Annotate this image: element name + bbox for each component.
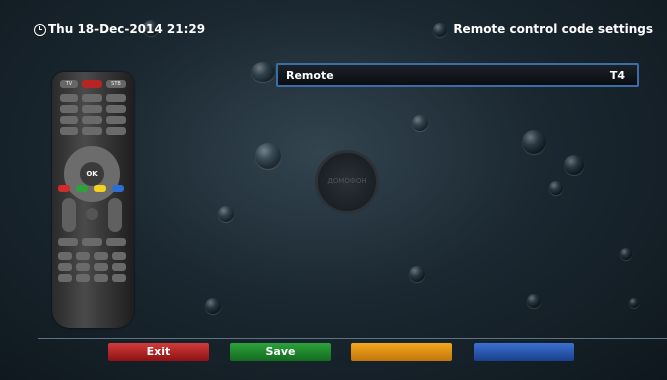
remote-blue-key — [112, 185, 124, 192]
remote-key — [106, 105, 126, 113]
water-drop — [251, 62, 275, 82]
remote-key — [82, 127, 102, 135]
remote-key — [106, 127, 126, 135]
remote-key — [106, 116, 126, 124]
remote-channel-rocker — [108, 198, 122, 232]
water-drop — [522, 130, 546, 154]
water-drop — [629, 298, 639, 308]
clock-icon — [34, 24, 46, 36]
remote-key — [82, 238, 102, 246]
water-drop — [218, 206, 234, 222]
remote-control-image: TV STB OK — [52, 72, 134, 328]
remote-power-button — [82, 80, 102, 88]
remote-green-key — [76, 185, 88, 192]
remote-mute-button — [86, 208, 98, 220]
remote-key — [106, 238, 126, 246]
remote-key — [76, 252, 90, 260]
remote-key — [82, 105, 102, 113]
datetime: Thu 18-Dec-2014 21:29 — [48, 22, 206, 36]
remote-key — [112, 252, 126, 260]
footer-divider — [38, 338, 667, 339]
remote-ok-button: OK — [80, 162, 104, 186]
water-drop — [564, 155, 584, 175]
yellow-button[interactable] — [351, 343, 452, 361]
remote-key — [112, 274, 126, 282]
remote-setting-row[interactable]: Remote T4 — [276, 63, 639, 87]
remote-key — [76, 274, 90, 282]
brand-logo: ДОМОФОН — [315, 150, 379, 214]
remote-key — [60, 94, 78, 102]
brand-logo-text: ДОМОФОН — [327, 177, 367, 185]
water-drop — [409, 266, 425, 282]
remote-key — [94, 263, 108, 271]
page-title: Remote control code settings — [453, 22, 653, 36]
remote-key — [94, 274, 108, 282]
remote-key — [60, 105, 78, 113]
remote-key — [112, 263, 126, 271]
remote-red-key — [58, 185, 70, 192]
water-drop — [620, 248, 632, 260]
water-drop — [412, 115, 428, 131]
remote-key — [58, 252, 72, 260]
water-drop — [205, 298, 221, 314]
remote-key — [58, 263, 72, 271]
remote-key — [60, 116, 78, 124]
remote-key — [58, 238, 78, 246]
setting-label: Remote — [286, 69, 334, 82]
blue-button[interactable] — [474, 343, 574, 361]
remote-key — [60, 127, 78, 135]
remote-key — [82, 116, 102, 124]
remote-key — [94, 252, 108, 260]
remote-stb-button: STB — [106, 80, 126, 88]
water-drop — [549, 181, 563, 195]
remote-key — [106, 94, 126, 102]
remote-key — [58, 274, 72, 282]
remote-yellow-key — [94, 185, 106, 192]
remote-tv-button: TV — [60, 80, 78, 88]
setting-value: T4 — [609, 69, 625, 82]
water-drop — [255, 143, 281, 169]
remote-volume-rocker — [62, 198, 76, 232]
water-drop — [527, 294, 541, 308]
remote-key — [76, 263, 90, 271]
remote-key — [82, 94, 102, 102]
save-button[interactable]: Save — [230, 343, 331, 361]
exit-button[interactable]: Exit — [108, 343, 209, 361]
